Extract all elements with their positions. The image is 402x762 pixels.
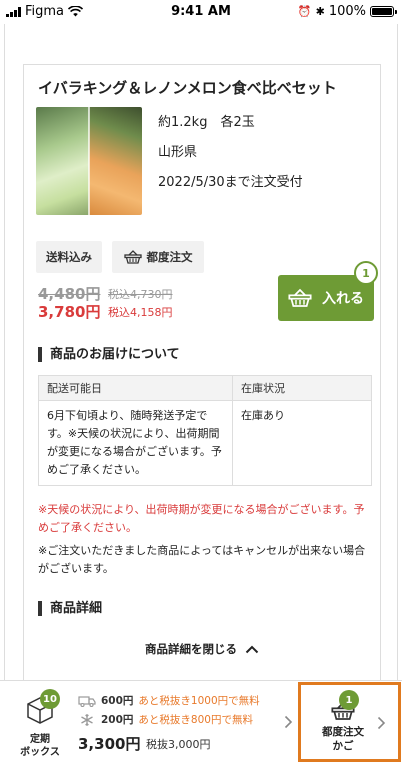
shipping-fee-line: 600円 あと税抜き1000円で無料 [78, 693, 260, 708]
table-header-ship-date: 配送可能日 [38, 375, 233, 401]
one-time-order-cart-button[interactable]: 1 都度注文 かご [298, 682, 401, 762]
battery-icon [370, 6, 397, 17]
order-cart-label: 都度注文 かご [307, 725, 379, 753]
chevron-up-icon [245, 645, 259, 653]
status-bar: Figma 9:41 AM ⏰ ✱ 100% [0, 0, 402, 24]
product-title: イバラキング＆レノンメロン食べ比べセット [38, 79, 337, 97]
original-price-tax: 税込4,730円 [108, 288, 173, 301]
tag-shipping-included: 送料込み [36, 241, 102, 273]
subscription-box-label-line2: ボックス [20, 747, 60, 758]
product-image-divider [88, 107, 90, 215]
truck-icon [78, 695, 96, 707]
shipping-fee-amount: 600円 [101, 695, 134, 707]
delivery-heading: 商品のお届けについて [38, 347, 180, 362]
product-origin: 山形県 [158, 145, 198, 160]
collapse-details-label: 商品詳細を閉じる [145, 642, 237, 656]
cancellation-note: ※ご注文いただきました商品によってはキャンセルが出来ない場合がございます。 [38, 544, 366, 575]
subscription-total: 3,300円 [78, 735, 141, 753]
battery-percent: 100% [328, 4, 366, 19]
tag-one-time-order-label: 都度注文 [146, 250, 193, 264]
basket-icon [288, 288, 312, 307]
cool-fee-amount: 200円 [101, 714, 134, 726]
sale-price-tax: 税込4,158円 [108, 306, 173, 319]
subscription-box-label: 定期 ボックス [16, 733, 64, 759]
delivery-table: 配送可能日 在庫状況 6月下旬頃より、随時発送予定です。※天候の状況により、出荷… [38, 375, 372, 486]
details-heading: 商品詳細 [38, 601, 102, 616]
shipping-fee-message: あと税抜き1000円で無料 [138, 695, 260, 707]
table-row: 6月下旬頃より、随時発送予定です。※天候の状況により、出荷期間が変更になる場合が… [38, 400, 372, 486]
order-cart-count-badge: 1 [339, 690, 359, 710]
cart-quantity-badge: 1 [354, 261, 378, 285]
product-card: イバラキング＆レノンメロン食べ比べセット 約1.2kg 各2玉 山形県 2022… [23, 64, 381, 684]
content-scroll-area[interactable]: イバラキング＆レノンメロン食べ比べセット 約1.2kg 各2玉 山形県 2022… [4, 24, 398, 684]
shipping-warning-note: ※天候の状況により、出荷時期が変更になる場合がございます。予めご了承ください。 [38, 503, 365, 534]
table-header-stock: 在庫状況 [232, 375, 372, 401]
cool-fee-line: 200円 あと税抜き800円で無料 [78, 712, 253, 727]
table-header-row: 配送可能日 在庫状況 [38, 375, 372, 401]
product-image-right-half [89, 107, 142, 215]
subscription-box-label-line1: 定期 [30, 734, 50, 745]
subscription-count-badge: 10 [40, 689, 60, 709]
cool-fee-message: あと税抜き800円で無料 [138, 714, 253, 726]
sale-price: 3,780円 [38, 303, 101, 321]
product-image[interactable] [36, 107, 142, 215]
bluetooth-icon: ✱ [315, 5, 325, 18]
snowflake-icon [81, 713, 93, 726]
table-cell-ship-date: 6月下旬頃より、随時発送予定です。※天候の状況により、出荷期間が変更になる場合が… [38, 400, 233, 486]
order-cart-label-line1: 都度注文 [322, 726, 364, 738]
bottom-cart-bar: 定期 ボックス 10 600円 あと税抜き1000円で無料 200円 あと税抜き… [0, 680, 402, 762]
add-to-cart-label: 入れる [322, 291, 364, 307]
order-cart-label-line2: かご [332, 740, 354, 752]
alarm-icon: ⏰ [297, 5, 312, 18]
basket-icon [123, 250, 142, 264]
product-image-left-half [36, 107, 89, 215]
subscription-total-tax: 税抜3,000円 [146, 738, 211, 751]
product-order-deadline: 2022/5/30まで注文受付 [158, 175, 303, 190]
product-weight: 約1.2kg 各2玉 [158, 115, 255, 130]
tag-shipping-included-label: 送料込み [46, 250, 92, 264]
collapse-details-button[interactable]: 商品詳細を閉じる [24, 641, 380, 657]
battery-level [372, 8, 392, 15]
chevron-right-icon[interactable] [284, 715, 293, 729]
table-cell-stock: 在庫あり [232, 400, 372, 486]
status-right: ⏰ ✱ 100% [297, 4, 397, 19]
tag-one-time-order: 都度注文 [112, 241, 204, 273]
chevron-right-icon [377, 716, 386, 730]
